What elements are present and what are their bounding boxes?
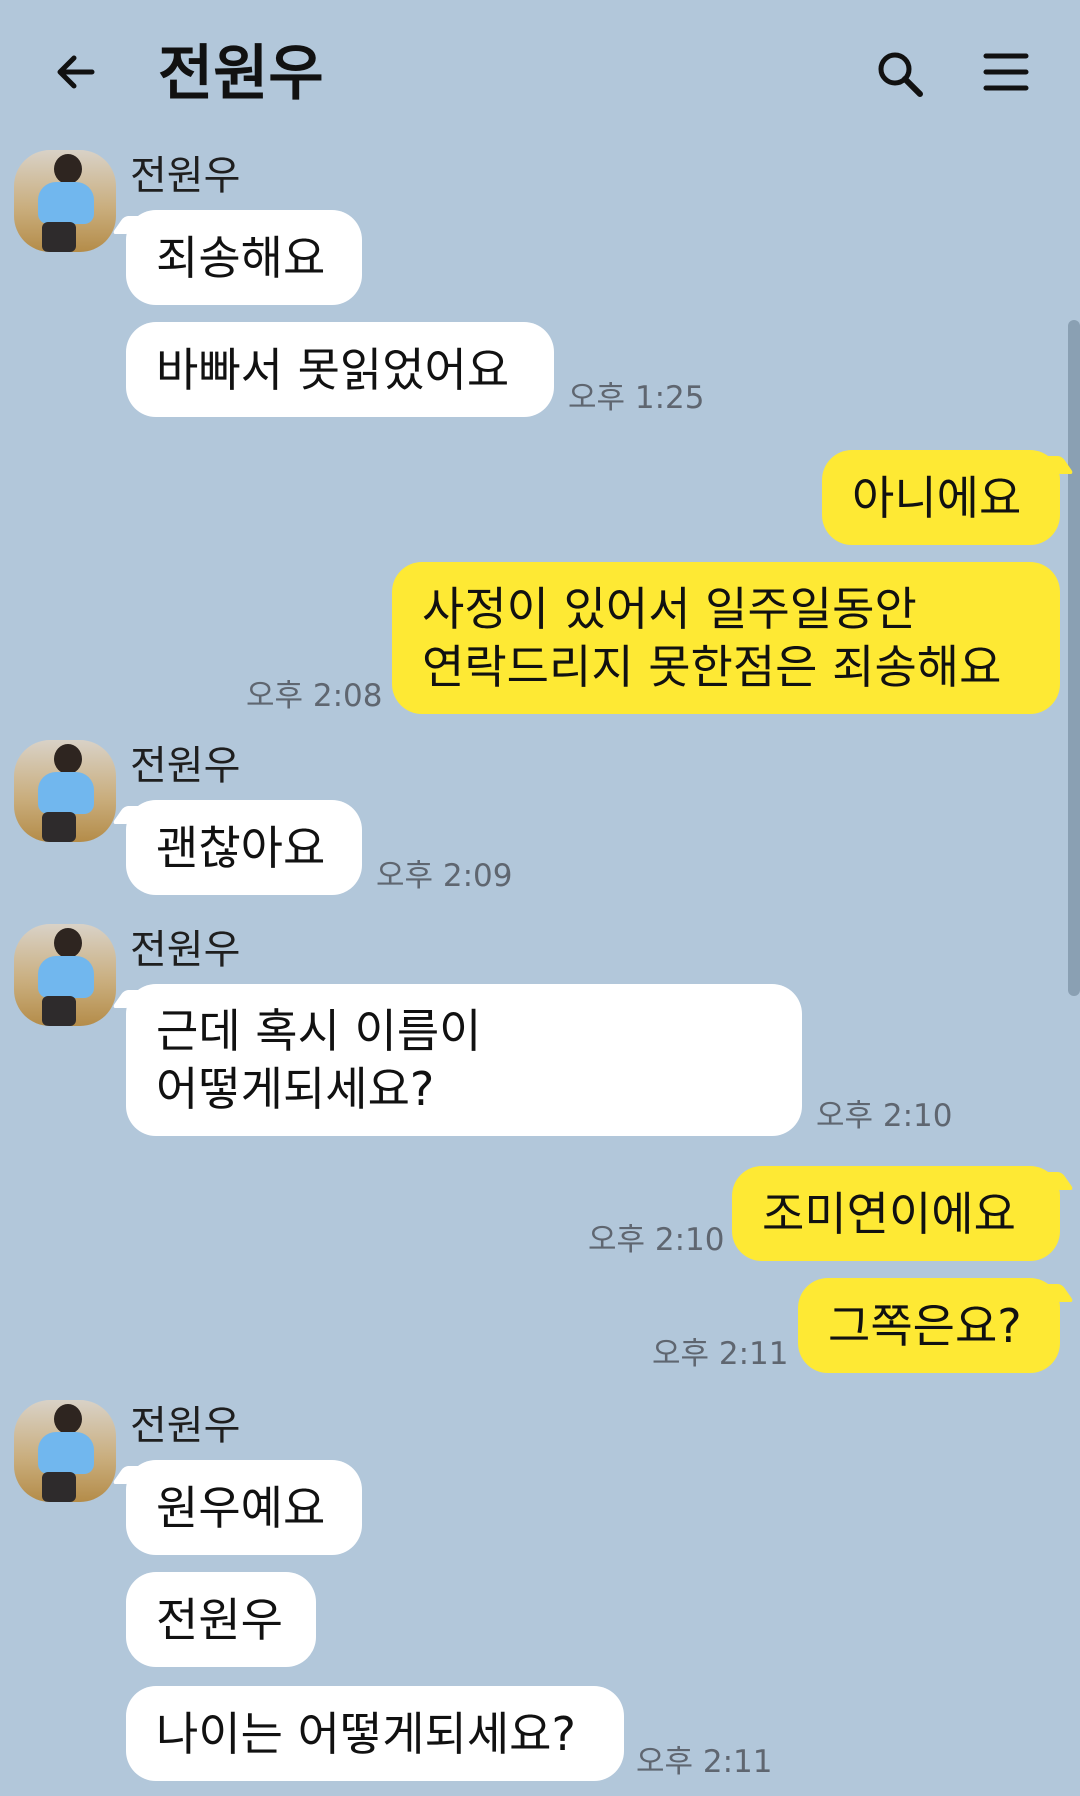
message-time: 오후 2:09 xyxy=(376,858,513,894)
avatar[interactable] xyxy=(14,150,116,252)
outgoing-message-bubble[interactable]: 조미연이에요 xyxy=(732,1166,1060,1261)
incoming-message-bubble[interactable]: 전원우 xyxy=(126,1572,316,1667)
chat-header: 전원우 xyxy=(0,0,1080,150)
incoming-message-bubble[interactable]: 괜찮아요 xyxy=(126,800,362,895)
sender-name: 전원우 xyxy=(130,153,241,199)
outgoing-message-bubble[interactable]: 아니에요 xyxy=(822,450,1060,545)
message-time: 오후 2:08 xyxy=(246,678,383,714)
menu-icon[interactable] xyxy=(982,50,1030,94)
search-icon[interactable] xyxy=(874,48,926,100)
scrollbar[interactable] xyxy=(1068,320,1080,996)
sender-name: 전원우 xyxy=(130,927,241,973)
message-time: 오후 2:11 xyxy=(652,1336,789,1372)
avatar[interactable] xyxy=(14,1400,116,1502)
outgoing-message-bubble[interactable]: 그쪽은요? xyxy=(798,1278,1060,1373)
message-time: 오후 2:10 xyxy=(816,1098,953,1134)
message-time: 오후 2:10 xyxy=(588,1222,725,1258)
back-arrow-icon[interactable] xyxy=(52,48,100,96)
incoming-message-bubble[interactable]: 나이는 어떻게되세요? xyxy=(126,1686,624,1781)
message-time: 오후 2:11 xyxy=(636,1744,773,1780)
chat-title: 전원우 xyxy=(158,39,324,109)
avatar[interactable] xyxy=(14,924,116,1026)
sender-name: 전원우 xyxy=(130,1403,241,1449)
message-time: 오후 1:25 xyxy=(568,380,705,416)
incoming-message-bubble[interactable]: 근데 혹시 이름이 어떻게되세요? xyxy=(126,984,802,1136)
sender-name: 전원우 xyxy=(130,743,241,789)
incoming-message-bubble[interactable]: 죄송해요 xyxy=(126,210,362,305)
incoming-message-bubble[interactable]: 바빠서 못읽었어요 xyxy=(126,322,554,417)
outgoing-message-bubble[interactable]: 사정이 있어서 일주일동안 연락드리지 못한점은 죄송해요 xyxy=(392,562,1060,714)
incoming-message-bubble[interactable]: 원우예요 xyxy=(126,1460,362,1555)
avatar[interactable] xyxy=(14,740,116,842)
